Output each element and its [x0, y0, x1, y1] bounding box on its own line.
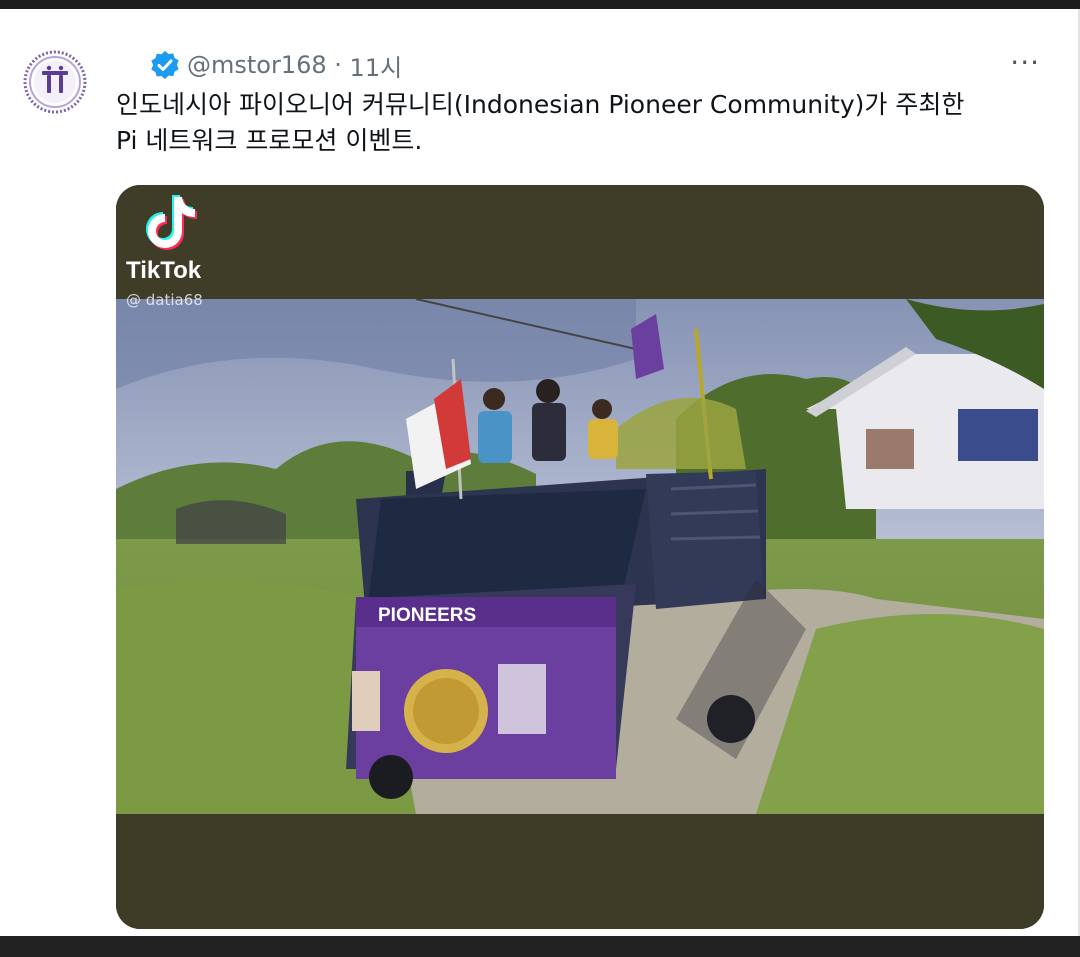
- tiktok-username: @ datia68: [126, 291, 203, 309]
- tweet-header: @mstor168 · 11시: [150, 48, 403, 83]
- video-bottom-band: [116, 814, 1044, 929]
- more-icon[interactable]: ···: [1010, 49, 1040, 77]
- tiktok-logo-icon: [146, 195, 197, 250]
- video-frame[interactable]: PIONEERS: [116, 299, 1044, 814]
- tweet-text-line-1: 인도네시아 파이오니어 커뮤니티(Indonesian Pioneer Comm…: [116, 90, 965, 119]
- video-media[interactable]: PIONEERS TikTok @ datia68: [116, 185, 1044, 929]
- tiktok-label: TikTok: [126, 257, 202, 284]
- verified-badge-icon: [151, 51, 179, 79]
- tweet-text-line-2: Pi 네트워크 프로모션 이벤트.: [116, 126, 423, 155]
- video-top-band: [116, 185, 1044, 299]
- bottom-bar: [0, 936, 1080, 957]
- tweet-card[interactable]: @mstor168 · 11시 ··· 인도네시아 파이오니어 커뮤니티(Ind…: [0, 9, 1078, 936]
- header-separator: ·: [326, 51, 350, 79]
- tweet-text: 인도네시아 파이오니어 커뮤니티(Indonesian Pioneer Comm…: [116, 87, 1046, 159]
- top-bar: [0, 0, 1080, 9]
- author-handle[interactable]: @mstor168: [187, 51, 327, 79]
- tweet-time[interactable]: 11시: [350, 48, 403, 83]
- banner-text: PIONEERS: [378, 605, 476, 626]
- avatar[interactable]: [22, 49, 88, 115]
